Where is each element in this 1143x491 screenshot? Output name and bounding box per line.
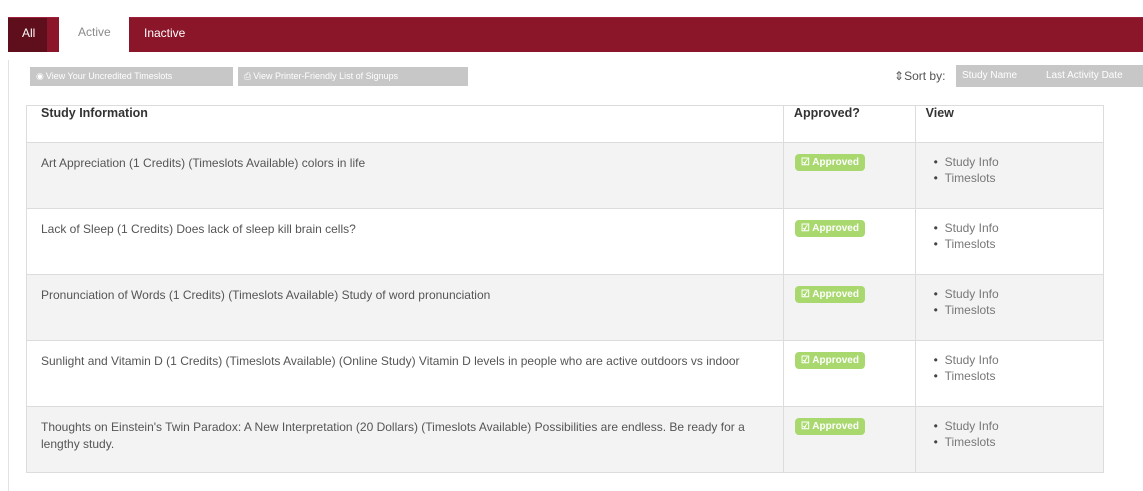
approved-badge-label: Approved <box>812 157 859 168</box>
view-links: Study Info Timeslots <box>917 276 1102 318</box>
table-row: Pronunciation of Words (1 Credits) (Time… <box>26 274 1105 341</box>
timeslots-link[interactable]: Timeslots <box>917 236 1102 252</box>
check-square-icon: ☑ <box>800 421 813 432</box>
table-header-row: Study Information Approved? View <box>26 105 1105 143</box>
study-info-link[interactable]: Study Info <box>917 418 1102 434</box>
check-square-icon: ☑ <box>800 223 813 234</box>
approved-badge-label: Approved <box>812 289 859 300</box>
table-row: Lack of Sleep (1 Credits) Does lack of s… <box>26 208 1105 275</box>
sort-study-name-button[interactable]: Study Name <box>956 65 1040 87</box>
page-border <box>8 60 9 491</box>
timeslots-link[interactable]: Timeslots <box>917 368 1102 384</box>
check-square-icon: ☑ <box>800 289 813 300</box>
header-view: View <box>914 105 1105 143</box>
tab-active[interactable]: Active <box>59 17 129 53</box>
study-info-text: Sunlight and Vitamin D (1 Credits) (Time… <box>41 354 740 368</box>
sort-last-activity-button[interactable]: Last Activity Date <box>1040 65 1143 87</box>
sort-icon: ⇕ <box>894 69 905 83</box>
approved-badge: ☑ Approved <box>794 154 865 171</box>
study-info-link[interactable]: Study Info <box>917 154 1102 170</box>
header-study-information: Study Information <box>26 105 784 143</box>
study-info-text: Thoughts on Einstein's Twin Paradox: A N… <box>41 420 745 451</box>
view-printer-friendly-label: View Printer-Friendly List of Signups <box>253 71 399 81</box>
sort-label: ⇕Sort by: <box>894 67 945 86</box>
approved-badge: ☑ Approved <box>794 286 865 303</box>
study-info-link[interactable]: Study Info <box>917 220 1102 236</box>
view-links: Study Info Timeslots <box>917 210 1102 252</box>
view-printer-friendly-button[interactable]: ⎙ View Printer-Friendly List of Signups <box>238 67 468 86</box>
timeslots-link[interactable]: Timeslots <box>917 170 1102 186</box>
printer-icon: ⎙ <box>244 71 252 81</box>
approved-badge: ☑ Approved <box>794 352 865 369</box>
tab-all[interactable]: All <box>8 18 47 52</box>
view-links: Study Info Timeslots <box>917 342 1102 384</box>
sort-label-text: Sort by: <box>904 69 946 83</box>
study-info-text: Art Appreciation (1 Credits) (Timeslots … <box>41 156 366 170</box>
view-uncredited-timeslots-label: View Your Uncredited Timeslots <box>45 71 173 81</box>
approved-badge-label: Approved <box>812 223 859 234</box>
timeslots-link[interactable]: Timeslots <box>917 434 1102 450</box>
approved-badge: ☑ Approved <box>794 220 865 237</box>
check-square-icon: ☑ <box>800 355 813 366</box>
studies-table: Study Information Approved? View Art App… <box>26 105 1105 473</box>
check-square-icon: ☑ <box>800 157 813 168</box>
view-links: Study Info Timeslots <box>917 408 1102 450</box>
view-links: Study Info Timeslots <box>917 144 1102 186</box>
study-info-link[interactable]: Study Info <box>917 352 1102 368</box>
study-info-link[interactable]: Study Info <box>917 286 1102 302</box>
study-info-text: Pronunciation of Words (1 Credits) (Time… <box>41 288 491 302</box>
tab-bar: All Active Inactive <box>8 17 1143 53</box>
eye-icon: ◉ <box>36 71 44 81</box>
approved-badge-label: Approved <box>812 355 859 366</box>
study-info-text: Lack of Sleep (1 Credits) Does lack of s… <box>41 222 356 236</box>
table-row: Art Appreciation (1 Credits) (Timeslots … <box>26 142 1105 209</box>
table-row: Thoughts on Einstein's Twin Paradox: A N… <box>26 406 1105 473</box>
view-uncredited-timeslots-button[interactable]: ◉ View Your Uncredited Timeslots <box>30 67 233 86</box>
header-approved: Approved? <box>782 105 916 143</box>
timeslots-link[interactable]: Timeslots <box>917 302 1102 318</box>
table-row: Sunlight and Vitamin D (1 Credits) (Time… <box>26 340 1105 407</box>
approved-badge-label: Approved <box>812 421 859 432</box>
tab-inactive[interactable]: Inactive <box>136 18 195 52</box>
approved-badge: ☑ Approved <box>794 418 865 435</box>
